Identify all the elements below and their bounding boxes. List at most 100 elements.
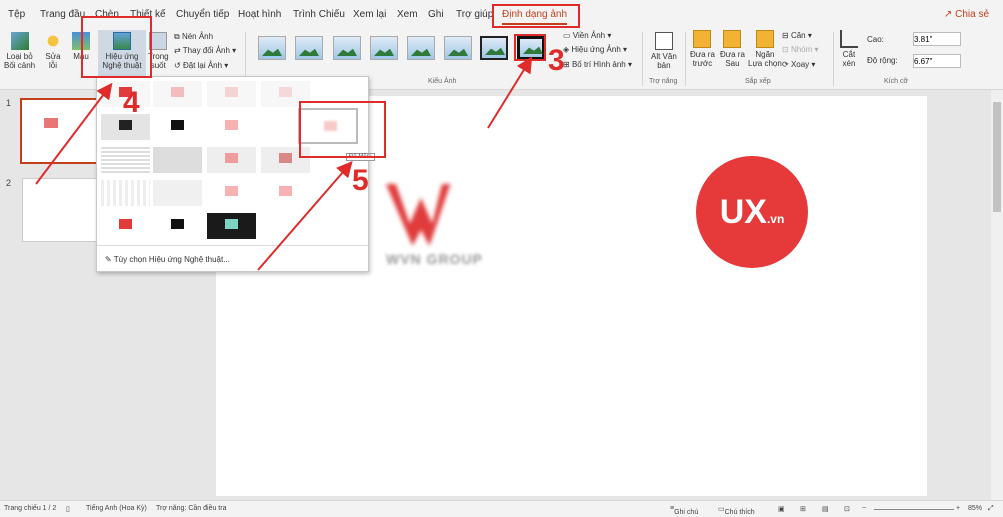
- group-button[interactable]: ⊡ Nhóm ▾: [782, 45, 819, 54]
- accessibility-status[interactable]: Trợ năng: Cần điều tra: [156, 505, 226, 512]
- crop-button[interactable]: Cắt xén: [840, 30, 858, 68]
- picture-style-6[interactable]: [444, 36, 472, 60]
- tab-record[interactable]: Ghi: [428, 9, 444, 20]
- picture-effects-button[interactable]: ◈ Hiệu ứng Ảnh ▾: [563, 45, 627, 54]
- width-input[interactable]: [913, 54, 961, 68]
- picture-style-5[interactable]: [407, 36, 435, 60]
- zoom-in-button[interactable]: +: [956, 505, 960, 512]
- effect-preview: [225, 153, 238, 163]
- normal-view-icon[interactable]: ▣: [778, 505, 785, 513]
- wvn-logo-image[interactable]: [386, 184, 456, 246]
- rotate-button[interactable]: ⟳ Xoay ▾: [782, 60, 815, 69]
- tab-help[interactable]: Trợ giúp: [456, 9, 493, 20]
- effect-preview: [171, 87, 184, 97]
- picture-style-3[interactable]: [333, 36, 361, 60]
- alt-text-button[interactable]: Alt Văn bản: [651, 32, 677, 70]
- effect-cement[interactable]: [207, 180, 256, 206]
- corrections-label-1: Sửa: [45, 52, 61, 61]
- selection-pane-label-1: Ngăn: [755, 50, 775, 59]
- group-label-arrange: Sắp xếp: [745, 78, 771, 85]
- picture-layout-button[interactable]: ⊞ Bố trí Hình ảnh ▾: [563, 60, 632, 69]
- selection-pane-button[interactable]: Ngăn Lựa chọn: [748, 30, 782, 68]
- effect-plastic-wrap[interactable]: [153, 180, 202, 206]
- effect-pencil-grayscale[interactable]: [207, 81, 256, 107]
- fit-to-window-icon[interactable]: ⤢: [988, 505, 994, 513]
- tab-slideshow[interactable]: Trình Chiếu: [293, 9, 345, 20]
- vertical-scrollbar[interactable]: [991, 90, 1003, 500]
- thumbnail-logo-image: [44, 118, 58, 128]
- spellcheck-icon[interactable]: ▯: [66, 505, 70, 513]
- share-button[interactable]: ↗ Chia sẻ: [944, 9, 989, 20]
- effect-preview: [279, 87, 292, 97]
- picture-style-1[interactable]: [258, 36, 286, 60]
- effect-preview: [279, 186, 292, 196]
- uxvn-logo[interactable]: UX.vn: [696, 156, 808, 268]
- group-label-accessibility: Trợ năng: [649, 78, 678, 85]
- effect-preview: [171, 120, 184, 130]
- tab-review[interactable]: Xem lại: [353, 9, 386, 20]
- comments-button[interactable]: ▭ Chú thích: [718, 505, 755, 516]
- effect-glow-diffused[interactable]: [153, 147, 202, 173]
- picture-style-4[interactable]: [370, 36, 398, 60]
- remove-background-icon: [10, 32, 29, 50]
- corrections-button[interactable]: Sửa lỗi: [44, 32, 62, 70]
- notes-button[interactable]: ≡ Ghi chú: [670, 505, 698, 516]
- zoom-level[interactable]: 85%: [968, 505, 982, 512]
- bring-forward-icon: [693, 30, 712, 48]
- group-label-picture-styles: Kiểu Ảnh: [428, 78, 457, 85]
- annotation-box-picture-format-tab: [492, 4, 580, 28]
- bring-forward-button[interactable]: Đưa ra trước: [690, 30, 715, 68]
- annotation-box-blur-effect: [299, 101, 386, 158]
- slide-counter: Trang chiếu 1 / 2: [4, 505, 57, 512]
- tab-animations[interactable]: Hoạt hình: [238, 9, 281, 20]
- send-backward-icon: [723, 30, 742, 48]
- effect-glass[interactable]: [261, 180, 310, 206]
- scrollbar-thumb[interactable]: [993, 102, 1001, 212]
- selection-pane-icon: [755, 30, 774, 48]
- reset-picture-button[interactable]: ↺ Đặt lại Ảnh ▾: [174, 61, 228, 70]
- zoom-slider[interactable]: [874, 509, 954, 510]
- effect-glow-edges[interactable]: [101, 213, 150, 239]
- uxvn-logo-text: UX: [719, 193, 767, 231]
- effect-light-screen[interactable]: [207, 213, 256, 239]
- artistic-effects-options[interactable]: ✎ Tùy chọn Hiệu ứng Nghệ thuật...: [105, 255, 230, 264]
- effect-mosaic[interactable]: [101, 147, 150, 173]
- effect-preview: [119, 120, 132, 130]
- crop-label-1: Cắt: [842, 50, 856, 59]
- height-input[interactable]: [913, 32, 961, 46]
- slideshow-icon[interactable]: ⊡: [844, 505, 850, 513]
- tab-file[interactable]: Tệp: [8, 9, 25, 20]
- slide-sorter-icon[interactable]: ⊞: [800, 505, 806, 513]
- change-picture-label: Thay đổi Ảnh: [182, 46, 230, 55]
- effect-paint-strokes[interactable]: [207, 114, 256, 140]
- tab-home[interactable]: Trang đầu: [40, 9, 85, 20]
- effect-marker[interactable]: [153, 81, 202, 107]
- picture-style-2[interactable]: [295, 36, 323, 60]
- align-button[interactable]: ⊟ Căn ▾: [782, 31, 812, 40]
- language-status[interactable]: Tiếng Anh (Hoa Kỳ): [86, 505, 147, 512]
- wvn-group-text: WVN GROUP: [386, 251, 483, 267]
- ribbon-separator: [642, 32, 643, 86]
- change-picture-button[interactable]: ⇄ Thay đổi Ảnh ▾: [174, 46, 236, 55]
- effect-chalk-sketch[interactable]: [153, 114, 202, 140]
- zoom-out-button[interactable]: −: [862, 505, 866, 512]
- tab-view[interactable]: Xem: [397, 9, 418, 20]
- group-label: Nhóm: [790, 45, 813, 54]
- effect-preview: [225, 219, 238, 229]
- picture-style-7[interactable]: [480, 36, 508, 60]
- picture-border-button[interactable]: ▭ Viền Ảnh ▾: [563, 31, 611, 40]
- remove-background-button[interactable]: Loại bỏ Bối cảnh: [4, 32, 35, 70]
- compress-label: Nén Ảnh: [181, 32, 214, 41]
- tab-transitions[interactable]: Chuyển tiếp: [176, 9, 229, 20]
- effect-preview: [171, 219, 184, 229]
- height-label: Cao:: [867, 35, 884, 44]
- effect-film-grain[interactable]: [207, 147, 256, 173]
- compress-pictures-button[interactable]: ⧉ Nén Ảnh: [174, 32, 213, 42]
- annotation-box-picture-style: [514, 34, 546, 61]
- notes-label: Ghi chú: [674, 509, 699, 516]
- annotation-number-4: 4: [123, 86, 140, 119]
- send-backward-button[interactable]: Đưa ra Sau: [720, 30, 745, 68]
- reading-view-icon[interactable]: ▤: [822, 505, 829, 513]
- effect-crisscross[interactable]: [101, 180, 150, 206]
- effect-photocopy[interactable]: [153, 213, 202, 239]
